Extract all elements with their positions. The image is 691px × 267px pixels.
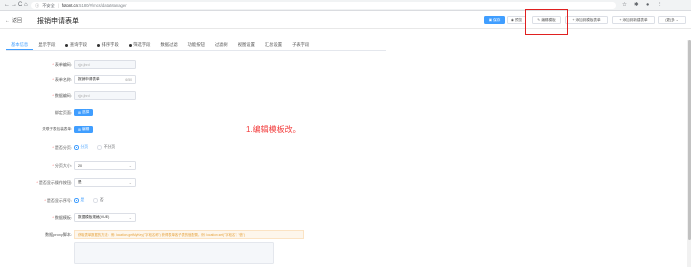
preview-button[interactable]: ◉ 预览 — [507, 16, 526, 24]
form-row-page-size: *分页大小: 20 ⌄ — [0, 161, 400, 171]
extension-icon[interactable]: ✱ — [634, 2, 639, 9]
radio-circle-icon — [74, 145, 79, 150]
dot-icon — [97, 43, 101, 47]
field-label: 数据proxy脚本: — [45, 232, 72, 237]
field-label: *数据模板: — [52, 215, 72, 220]
plus-icon: + — [619, 18, 622, 22]
tab-view-settings[interactable]: 视图设置 — [233, 40, 260, 50]
proxy-hint: 获取表单数据的方法：例: location.getMyKey("字段名称") 获… — [74, 230, 304, 239]
chevron-down-icon: ⌄ — [128, 215, 132, 220]
tab-sort-fields[interactable]: 排序字段 — [92, 40, 124, 50]
back-label: 返回 — [12, 18, 23, 24]
proxy-script-textarea[interactable] — [74, 242, 274, 264]
tab-filter-fields[interactable]: 筛选字段 — [124, 40, 156, 50]
table-name-input[interactable]: 报销申请表单 6/50 — [74, 75, 136, 84]
page-title: 报销申请表单 — [37, 18, 79, 25]
eye-icon: ◉ — [510, 18, 514, 22]
save-icon: ▣ — [488, 18, 493, 22]
char-count: 6/50 — [125, 77, 132, 82]
field-label: *表单名称: — [52, 77, 72, 82]
save-button[interactable]: ▣ 保存 — [484, 16, 505, 24]
radio-circle-icon — [74, 198, 79, 203]
field-label: *是否分页: — [52, 145, 72, 150]
serial-radio-no[interactable]: 否 — [93, 198, 104, 203]
reload-icon[interactable]: C — [18, 2, 22, 9]
tab-summary-settings[interactable]: 汇总设置 — [260, 40, 287, 50]
form-row-table-code: *表单编码: rjjx.jhrd — [0, 60, 400, 70]
tab-subtable-fields[interactable]: 子表字段 — [287, 40, 314, 50]
profile-icon[interactable]: ● — [646, 2, 649, 9]
tab-filter-tree[interactable]: 过滤树 — [210, 40, 233, 50]
field-label: *是否显示序号: — [44, 198, 72, 203]
home-icon[interactable]: ⌂ — [24, 2, 28, 9]
url-separator: | — [57, 3, 59, 8]
field-label: 绑定页面: — [54, 110, 72, 115]
edit-icon: ⊞ — [78, 127, 82, 132]
table-code-input[interactable]: rjjx.jhrd — [74, 60, 136, 69]
arrow-left-icon: ← — [5, 17, 10, 24]
forward-arrow-icon[interactable]: → — [11, 2, 17, 9]
scrollbar-thumb[interactable] — [687, 40, 691, 240]
radio-circle-icon — [97, 145, 102, 150]
form-row-js-proxy: 数据proxy脚本: 获取表单数据的方法：例: location.getMyKe… — [0, 230, 400, 267]
browser-toolbar: ← → C ⌂ ⓘ 不安全 | fotont.cn:5180/#/mcs/dat… — [0, 0, 691, 11]
dot-icon — [65, 43, 69, 47]
serial-radio-yes[interactable]: 是 — [74, 198, 84, 203]
back-link[interactable]: ← 返回 — [5, 17, 23, 25]
form-row-table-name: *表单名称: 报销申请表单 6/50 — [0, 75, 400, 85]
chevron-down-icon: ⌄ — [128, 180, 132, 185]
show-actions-select[interactable]: 是 ⌄ — [74, 178, 136, 187]
chevron-down-icon: ⌄ — [128, 163, 132, 168]
paging-radio-on[interactable]: 分页 — [74, 145, 88, 150]
star-icon[interactable]: ☆ — [622, 2, 627, 9]
field-label: *数据编码: — [52, 93, 72, 98]
plus-icon: + — [572, 18, 575, 22]
dot-icon — [128, 43, 132, 47]
page-scrollbar[interactable] — [687, 40, 691, 267]
edit-child-tables-button[interactable]: ⊞ 编辑 — [74, 126, 94, 133]
form-row-show-serial: *是否显示序号: 是 否 — [0, 196, 400, 206]
field-label: 关联子表包装表单: — [42, 127, 72, 131]
menu-icon[interactable]: ⋮ — [657, 2, 663, 9]
select-icon: ⊞ — [78, 110, 82, 115]
info-icon: ⓘ — [35, 2, 40, 8]
form-row-data-template: *数据模板: 数据模板规格(VUE) ⌄ — [0, 213, 400, 223]
form-row-bind-page: 绑定页面: ⊞ 选择 — [0, 108, 400, 118]
add-to-template-button[interactable]: + 添加到模板表单 — [565, 16, 608, 24]
address-bar[interactable]: ⓘ 不安全 | fotont.cn:5180/#/mcs/dataManager — [31, 2, 616, 9]
tab-query-fields[interactable]: 查询字段 — [60, 40, 92, 50]
data-template-select[interactable]: 数据模板规格(VUE) ⌄ — [74, 213, 136, 222]
tab-function-buttons[interactable]: 功能按钮 — [183, 40, 210, 50]
add-to-new-button[interactable]: + 添加到新建表单 — [612, 16, 655, 24]
data-code-input[interactable]: rjjx.jhrd — [74, 91, 136, 100]
tab-display-fields[interactable]: 显示字段 — [33, 40, 60, 50]
more-dropdown[interactable]: (更)多 ⌄ — [658, 16, 686, 24]
field-label: *分页大小: — [52, 163, 72, 168]
radio-circle-icon — [93, 198, 98, 203]
url-path: :5180/#/mcs/dataManager — [77, 3, 127, 8]
url-host: fotont.cn — [61, 3, 78, 8]
highlight-box — [525, 9, 568, 35]
tab-basic-info[interactable]: 基本信息 — [6, 40, 34, 50]
form-row-data-code: *数据编码: rjjx.jhrd — [0, 91, 400, 101]
page-header: ← 返回 报销申请表单 ▣ 保存 ◉ 预览 ✎ 编辑模板 + 添加到模板表单 + 添加到新… — [0, 12, 691, 29]
field-label: *是否显示操作按钮: — [36, 180, 72, 185]
page-size-select[interactable]: 20 ⌄ — [74, 161, 136, 170]
tab-data-filter[interactable]: 数据过滤 — [155, 40, 182, 50]
annotation-text: 1.编辑模板改。 — [246, 125, 301, 134]
form-row-paging: *是否分页: 分页 不分页 — [0, 143, 400, 153]
chevron-down-icon: ⌄ — [675, 18, 679, 22]
form-row-show-actions: *是否显示操作按钮: 是 ⌄ — [0, 178, 400, 188]
field-label: *表单编码: — [52, 62, 72, 67]
security-label: 不安全 — [42, 2, 55, 8]
paging-radio-off[interactable]: 不分页 — [97, 145, 115, 150]
back-arrow-icon[interactable]: ← — [4, 2, 10, 9]
tab-bar: 基本信息 显示字段 查询字段 排序字段 筛选字段 数据过滤 功能按钮 过滤树 视… — [6, 40, 386, 51]
select-page-button[interactable]: ⊞ 选择 — [74, 109, 94, 116]
form-row-child-tables: 关联子表包装表单: ⊞ 编辑 — [0, 125, 400, 135]
